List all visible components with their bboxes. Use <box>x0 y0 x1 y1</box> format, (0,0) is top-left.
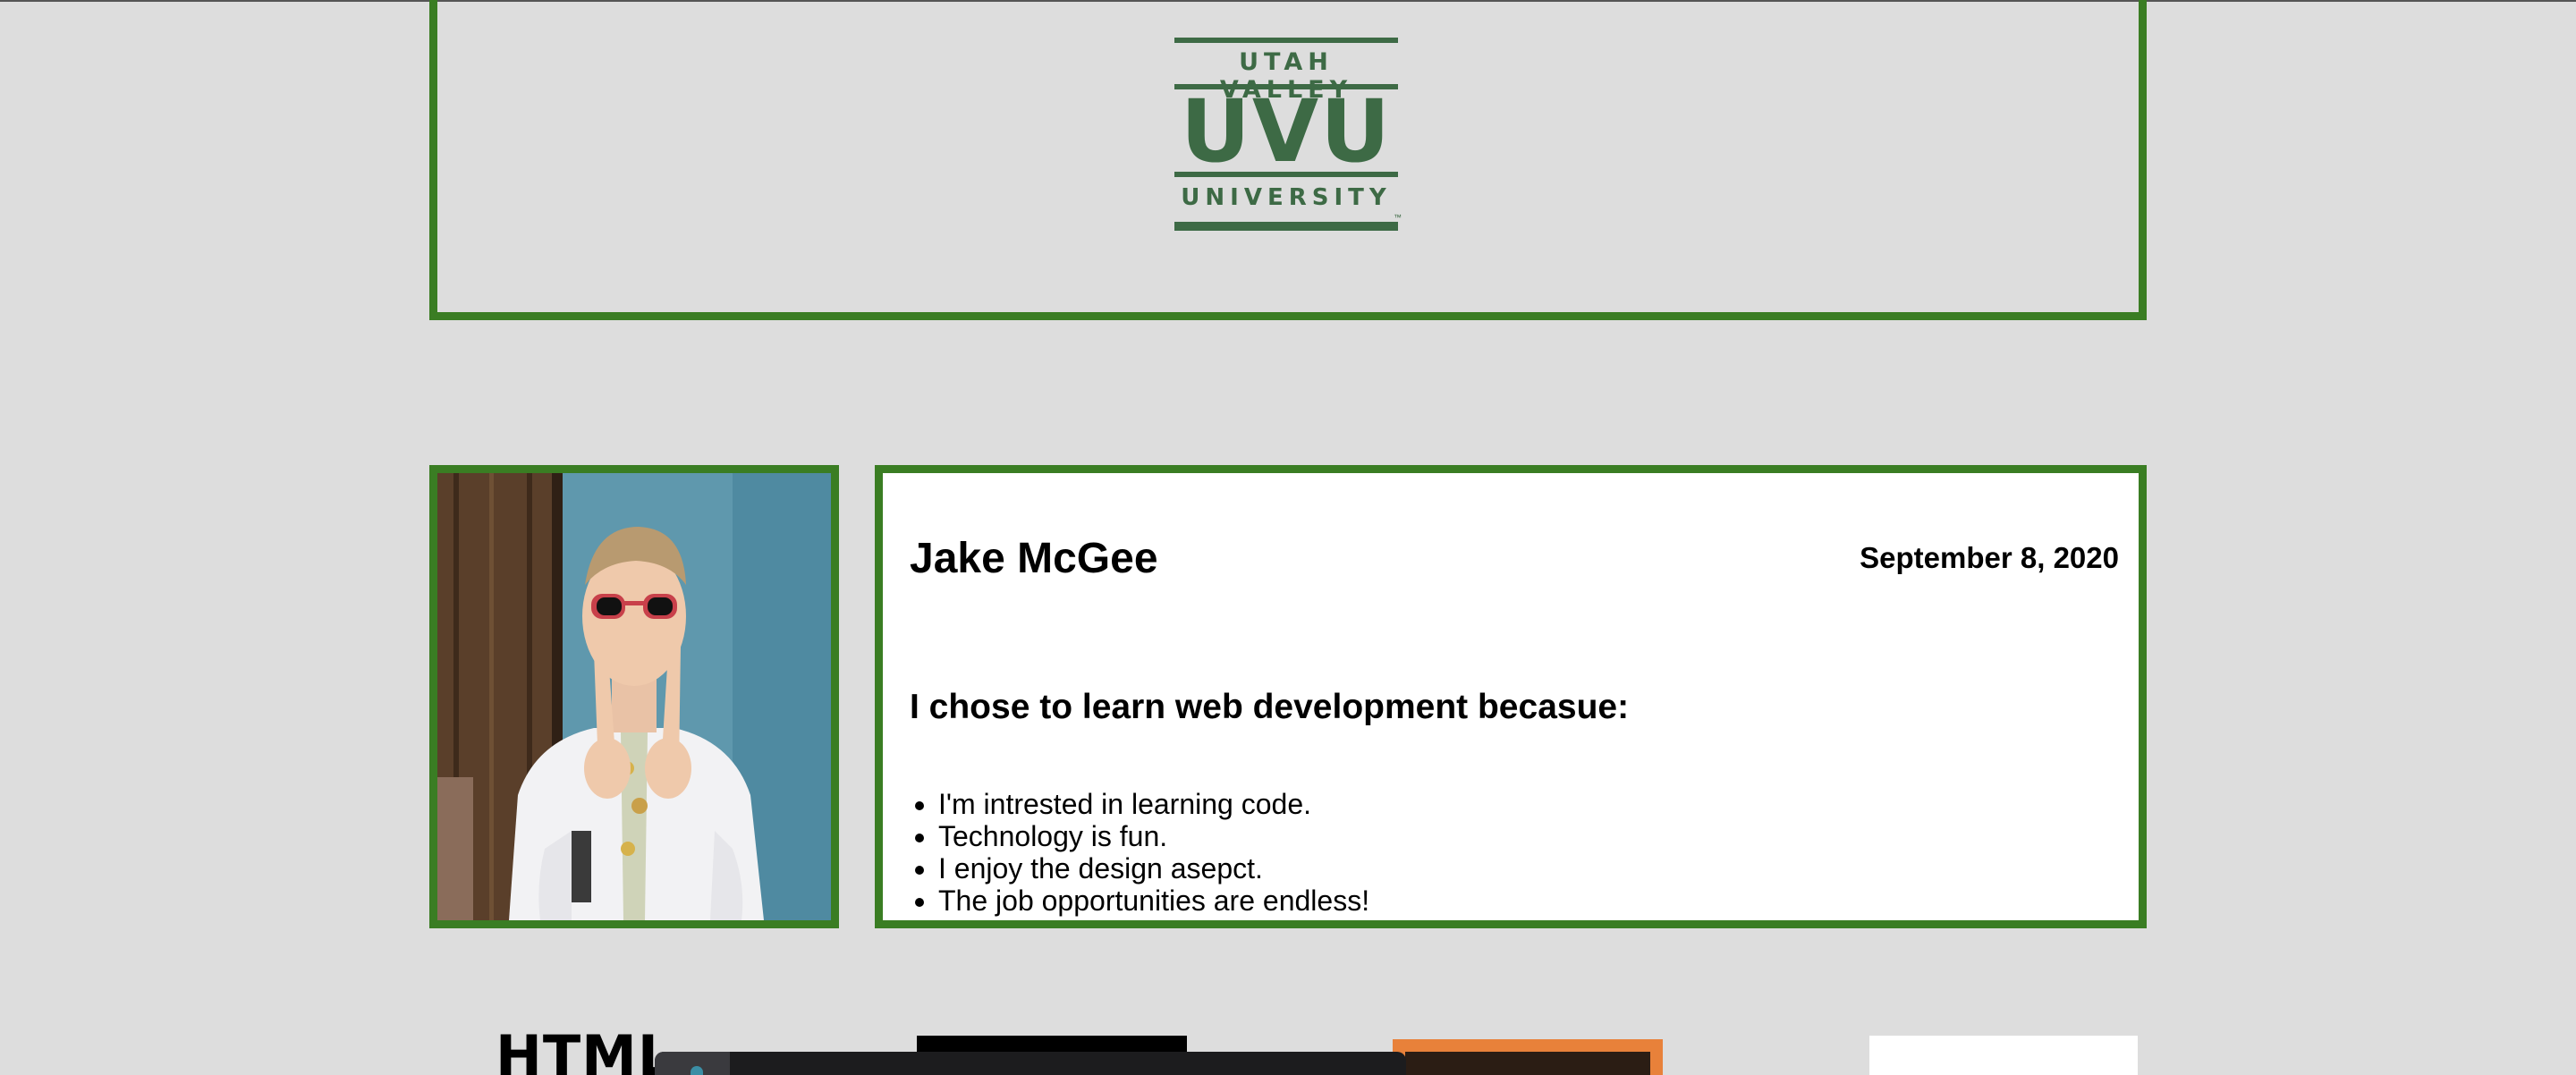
profile-photo-image <box>437 473 831 920</box>
logo-bar-bottom <box>1174 222 1398 231</box>
skill-logo-orange <box>1393 1039 1663 1075</box>
profile-date: September 8, 2020 <box>1860 541 2119 574</box>
profile-card: Jake McGee September 8, 2020 I chose to … <box>875 465 2147 928</box>
reason-list: I'm intrested in learning code. Technolo… <box>910 788 1369 917</box>
overlay-popup[interactable] <box>655 1052 1406 1075</box>
logo-bar-lower <box>1174 172 1398 177</box>
app-icon <box>691 1066 703 1075</box>
logo-big-text: UVU <box>1180 81 1393 182</box>
reason-item: Technology is fun. <box>938 820 1369 852</box>
reason-item: I'm intrested in learning code. <box>938 788 1369 820</box>
logo-trademark: ™ <box>1394 213 1402 222</box>
logo-bar-top <box>1174 38 1398 43</box>
uvu-logo: UTAH VALLEY UVU UNIVERSITY ™ <box>1174 38 1402 234</box>
reason-heading: I chose to learn web development becasue… <box>910 688 1630 726</box>
profile-name: Jake McGee <box>910 535 1158 582</box>
profile-photo <box>429 465 839 928</box>
reason-item: The job opportunities are endless! <box>938 885 1369 917</box>
logo-bottom-text: UNIVERSITY <box>1181 184 1392 211</box>
skill-logo-orange-inner <box>1405 1052 1650 1075</box>
page: UTAH VALLEY UVU UNIVERSITY ™ Jake McGee … <box>0 0 2576 1075</box>
reason-item: I enjoy the design asepct. <box>938 852 1369 885</box>
html-logo: HTML <box>496 1023 674 1075</box>
skill-logo-white <box>1869 1036 2138 1075</box>
